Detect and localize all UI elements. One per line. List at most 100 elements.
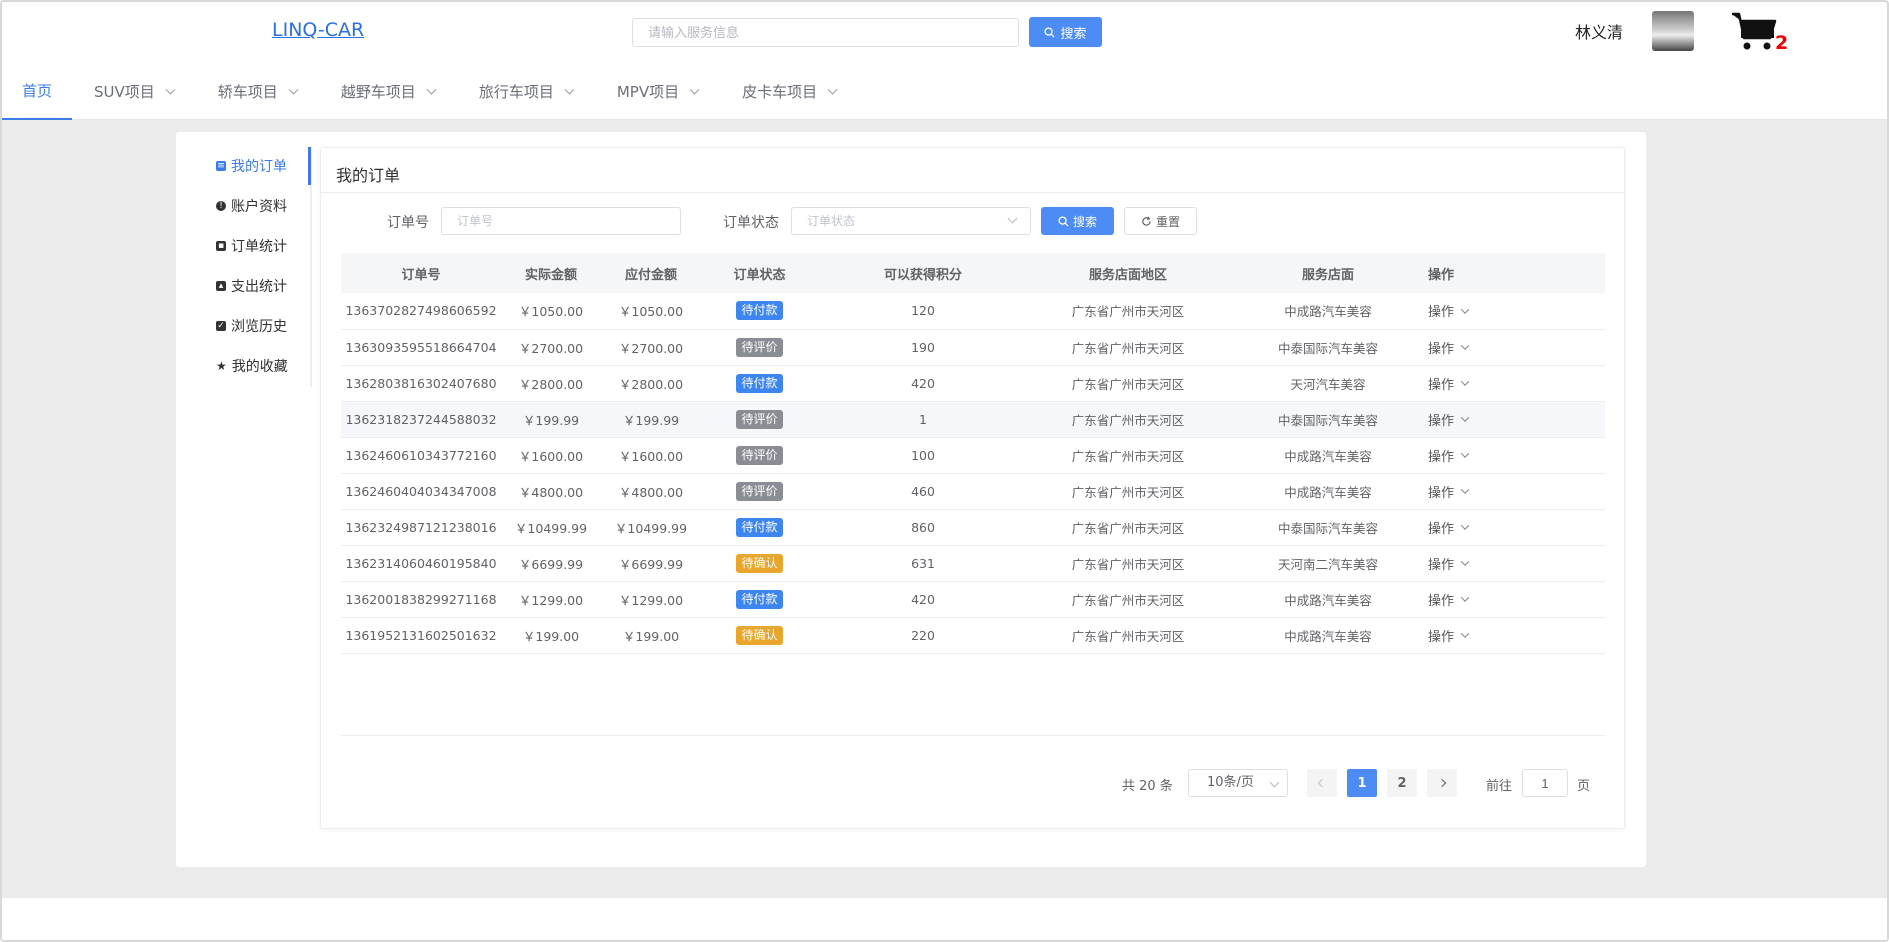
points-cell: 190: [818, 329, 1028, 366]
nav-item-pickup[interactable]: 皮卡车项目: [720, 64, 858, 120]
table-row: 1362314060460195840 ￥6699.99 ￥6699.99 待确认 63…: [341, 545, 1605, 582]
points-cell: 860: [818, 509, 1028, 546]
sidebar-item-account[interactable]: ! 账户资料: [216, 194, 306, 218]
actual-amount-cell: ￥1050.00: [501, 293, 601, 330]
store-cell: 天河汽车美容: [1228, 365, 1428, 402]
nav-item-home[interactable]: 首页: [2, 64, 73, 120]
cart-icon[interactable]: [1730, 10, 1780, 54]
operation-dropdown[interactable]: 操作: [1428, 374, 1470, 393]
order-no-cell: 1362001838299271168: [341, 581, 501, 618]
operation-dropdown[interactable]: 操作: [1428, 410, 1470, 429]
operation-cell: 操作: [1428, 365, 1605, 402]
points-cell: 420: [818, 581, 1028, 618]
region-cell: 广东省广州市天河区: [1028, 293, 1228, 330]
nav-item-suv[interactable]: SUV项目: [72, 64, 196, 120]
filter-search-button[interactable]: 搜索: [1041, 207, 1114, 235]
operation-dropdown[interactable]: 操作: [1428, 590, 1470, 609]
operation-dropdown[interactable]: 操作: [1428, 518, 1470, 537]
region-cell: 广东省广州市天河区: [1028, 473, 1228, 510]
page-button-1[interactable]: 1: [1347, 769, 1377, 797]
order-no-cell: 1362314060460195840: [341, 545, 501, 582]
service-search-input[interactable]: [632, 18, 1019, 47]
nav-item-label: 首页: [22, 82, 53, 100]
points-cell: 420: [818, 365, 1028, 402]
order-status-select[interactable]: [791, 207, 1031, 235]
sidebar-item-favorites[interactable]: ★ 我的收藏: [216, 354, 306, 378]
status-badge: 待付款: [736, 517, 783, 537]
operation-cell: 操作: [1428, 401, 1605, 438]
operation-dropdown[interactable]: 操作: [1428, 554, 1470, 573]
nav-item-offroad[interactable]: 越野车项目: [319, 64, 457, 120]
chevron-down-icon: [1460, 413, 1470, 422]
nav-item-mpv[interactable]: MPV项目: [595, 64, 720, 120]
status-cell: 待评价: [701, 401, 818, 438]
nav-item-label: 旅行车项目: [478, 83, 554, 101]
nav-item-wagon[interactable]: 旅行车项目: [457, 64, 595, 120]
chevron-down-icon: [165, 84, 176, 95]
order-no-input[interactable]: [441, 207, 681, 235]
status-badge: 待评价: [736, 445, 783, 465]
prev-page-button[interactable]: [1307, 769, 1337, 797]
goto-page-input[interactable]: [1522, 769, 1568, 797]
search-icon: [1058, 215, 1069, 227]
payable-amount-cell: ￥2700.00: [601, 329, 701, 366]
reset-button[interactable]: 重置: [1124, 207, 1197, 235]
operation-label: 操作: [1428, 629, 1455, 645]
operation-dropdown[interactable]: 操作: [1428, 626, 1470, 645]
chevron-down-icon: [1460, 593, 1470, 602]
table-row: 1362460404034347008 ￥4800.00 ￥4800.00 待评价 46…: [341, 473, 1605, 510]
pagination-total: 共 20 条: [1122, 779, 1173, 794]
avatar[interactable]: [1652, 11, 1694, 51]
nav-item-label: 皮卡车项目: [742, 83, 818, 101]
operation-dropdown[interactable]: 操作: [1428, 338, 1470, 357]
next-page-button[interactable]: [1427, 769, 1457, 797]
header-search-button[interactable]: 搜索: [1029, 17, 1102, 47]
status-cell: 待评价: [701, 437, 818, 474]
status-cell: 待付款: [701, 581, 818, 618]
actual-amount-cell: ￥2800.00: [501, 365, 601, 402]
order-no-label: 订单号: [387, 215, 429, 231]
username[interactable]: 林义清: [1575, 19, 1623, 43]
sidebar-item-my-orders[interactable]: ≡ 我的订单: [216, 154, 306, 178]
order-no-cell: 1361952131602501632: [341, 617, 501, 654]
store-cell: 中成路汽车美容: [1228, 293, 1428, 330]
orders-table: 订单号 实际金额 应付金额 订单状态 可以获得积分 服务店面地区 服务店面 操作…: [341, 253, 1605, 654]
chevron-down-icon: [1460, 377, 1470, 386]
nav-item-sedan[interactable]: 轿车项目: [196, 64, 319, 120]
chevron-down-icon: [827, 84, 838, 95]
sidebar-item-spending-stats[interactable]: ▴ 支出统计: [216, 274, 306, 298]
status-badge: 待付款: [736, 301, 783, 321]
page-title: 我的订单: [321, 148, 1624, 193]
points-cell: 1: [818, 401, 1028, 438]
sidebar-item-label: 订单统计: [231, 239, 287, 255]
operation-label: 操作: [1428, 521, 1455, 537]
operation-label: 操作: [1428, 305, 1455, 321]
sidebar-item-order-stats[interactable]: ▪ 订单统计: [216, 234, 306, 258]
actual-amount-cell: ￥2700.00: [501, 329, 601, 366]
region-cell: 广东省广州市天河区: [1028, 437, 1228, 474]
actual-amount-cell: ￥199.99: [501, 401, 601, 438]
page-size-select[interactable]: 10条/页: [1188, 769, 1288, 797]
page-button-2[interactable]: 2: [1387, 769, 1417, 797]
operation-dropdown[interactable]: 操作: [1428, 301, 1470, 321]
chevron-down-icon: [1460, 521, 1470, 530]
actual-amount-cell: ￥10499.99: [501, 509, 601, 546]
column-header: 订单号: [341, 253, 501, 293]
site-logo[interactable]: LINQ-CAR: [272, 19, 364, 41]
region-cell: 广东省广州市天河区: [1028, 545, 1228, 582]
operation-dropdown[interactable]: 操作: [1428, 446, 1470, 465]
payable-amount-cell: ￥1050.00: [601, 293, 701, 330]
points-cell: 120: [818, 293, 1028, 330]
operation-cell: 操作: [1428, 545, 1605, 582]
order-status-label: 订单状态: [723, 215, 779, 231]
points-cell: 100: [818, 437, 1028, 474]
region-cell: 广东省广州市天河区: [1028, 581, 1228, 618]
chevron-down-icon: [1460, 305, 1470, 314]
header-search-label: 搜索: [1060, 25, 1087, 41]
search-icon: [1044, 26, 1056, 38]
sidebar-item-history[interactable]: ✓ 浏览历史: [216, 314, 306, 338]
sidebar-item-label: 我的订单: [231, 159, 287, 175]
operation-dropdown[interactable]: 操作: [1428, 482, 1470, 501]
payable-amount-cell: ￥4800.00: [601, 473, 701, 510]
table-row: 1361952131602501632 ￥199.00 ￥199.00 待确认 220 广…: [341, 617, 1605, 654]
